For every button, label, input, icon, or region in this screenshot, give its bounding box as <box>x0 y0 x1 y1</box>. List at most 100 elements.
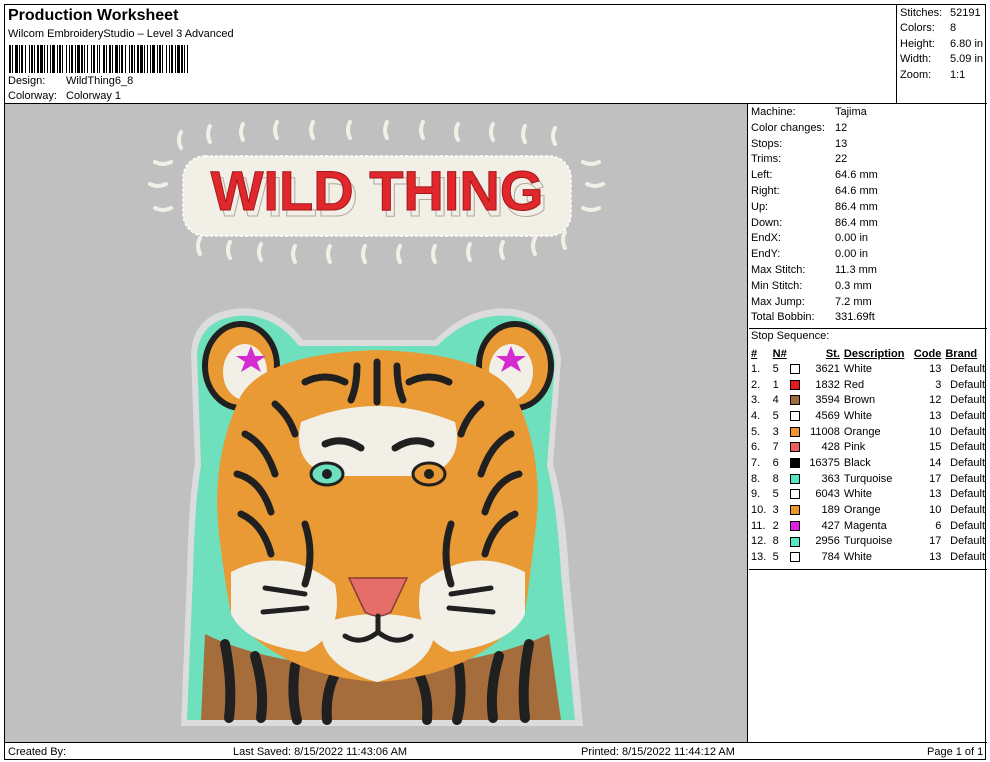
created-by: Created By: <box>8 746 67 758</box>
stop-needle: 4 <box>772 394 779 407</box>
col-swatch <box>790 346 804 361</box>
stop-code: 13 <box>929 362 942 375</box>
machine-stat-label: Max Stitch: <box>751 264 806 276</box>
stop-index: 10. <box>751 504 767 517</box>
stop-description: White <box>843 488 873 501</box>
machine-stat-label: EndY: <box>751 248 781 261</box>
stop-brand: Default <box>950 362 985 375</box>
color-swatch <box>790 505 801 516</box>
stop-index: 2. <box>751 378 761 391</box>
col-index: # <box>751 347 758 360</box>
stop-swatch <box>790 502 804 518</box>
color-swatch <box>790 426 801 437</box>
stop-brand: Default <box>950 441 985 454</box>
stop-stitches: 11008 <box>810 425 840 438</box>
machine-stat-value: 0.00 in <box>835 248 869 261</box>
stop-index: 6. <box>751 441 761 454</box>
stop-index: 1. <box>751 362 761 375</box>
stop-description: Orange <box>843 504 881 517</box>
stop-brand: Default <box>950 472 985 485</box>
color-swatch <box>790 473 801 484</box>
divider <box>749 328 987 329</box>
stop-stitches: 3621 <box>815 362 840 375</box>
stop-swatch <box>790 361 804 377</box>
machine-stat-row: Max Stitch: 11.3 mm <box>751 264 877 276</box>
stop-description: Brown <box>843 394 876 407</box>
machine-stat-row: Right: 64.6 mm <box>751 185 878 197</box>
stop-index: 9. <box>751 488 761 501</box>
stop-swatch <box>790 549 804 565</box>
stop-brand: Default <box>950 535 985 548</box>
stop-needle: 7 <box>772 441 779 454</box>
stop-code: 12 <box>929 394 942 407</box>
machine-stat-row: Color changes: 12 <box>751 122 847 134</box>
design-name-row: Design: WildThing6_8 <box>8 75 133 87</box>
machine-stat-value: 22 <box>835 153 848 166</box>
stop-index: 12. <box>751 535 767 548</box>
machine-stat-value: 331.69ft <box>835 311 875 324</box>
last-saved: Last Saved: 8/15/2022 11:43:06 AM <box>233 746 408 758</box>
stop-index: 5. <box>751 425 761 438</box>
stop-needle: 8 <box>772 472 779 485</box>
design-value: WildThing6_8 <box>66 75 134 87</box>
stop-needle: 6 <box>772 456 779 469</box>
table-row: 2. 1 1832 Red 3 Default <box>751 377 985 393</box>
machine-stat-label: Right: <box>751 185 780 197</box>
machine-stat-row: Machine: Tajima <box>751 106 867 118</box>
stop-description: Turquoise <box>843 535 893 548</box>
banner-text: WILD THING <box>211 159 544 222</box>
stop-sequence-table: # N# St. Description Code Brand 1. 5 3621 W… <box>751 346 985 565</box>
stop-needle: 1 <box>772 378 779 391</box>
color-swatch <box>790 520 801 531</box>
machine-stat-row: Left: 64.6 mm <box>751 169 878 181</box>
color-swatch <box>790 411 801 421</box>
width-row: Width: 5.09 in <box>900 53 983 65</box>
page-title: Production Worksheet <box>8 7 179 24</box>
stop-description: White <box>843 409 873 422</box>
machine-stat-label: Max Jump: <box>751 295 805 308</box>
machine-stat-value: 0.00 in <box>835 232 869 245</box>
stop-code: 15 <box>929 441 942 454</box>
divider <box>749 569 987 570</box>
col-needle: N# <box>772 347 787 360</box>
machine-stat-value: 86.4 mm <box>835 216 878 229</box>
stop-index: 3. <box>751 394 761 407</box>
stop-description: White <box>843 362 873 375</box>
stop-swatch <box>790 534 804 550</box>
stop-needle: 3 <box>772 504 779 517</box>
stop-sequence-label: Stop Sequence: <box>751 330 830 342</box>
color-swatch <box>790 363 801 374</box>
stop-description: Orange <box>843 425 881 438</box>
stop-code: 3 <box>935 378 942 391</box>
machine-stat-value: 11.3 mm <box>835 264 877 276</box>
tiger-patch <box>181 308 583 726</box>
stop-index: 8. <box>751 472 761 485</box>
table-row: 5. 3 11008 Orange 10 Default <box>751 424 985 440</box>
stop-code: 6 <box>935 519 942 532</box>
width-label: Width: <box>900 53 932 65</box>
height-value: 6.80 in <box>950 38 984 50</box>
machine-stat-label: Trims: <box>751 153 782 166</box>
machine-stat-value: 0.3 mm <box>835 279 872 292</box>
summary-panel: Stitches: 52191 Colors: 8 Height: 6.80 in W… <box>896 5 987 104</box>
stop-swatch <box>790 392 804 408</box>
machine-stat-row: Stops: 13 <box>751 138 847 150</box>
stop-code: 14 <box>929 456 942 469</box>
stop-swatch <box>790 487 804 503</box>
machine-stat-row: EndY: 0.00 in <box>751 248 868 260</box>
stop-description: Turquoise <box>843 472 893 485</box>
stop-index: 7. <box>751 456 761 469</box>
table-row: 10. 3 189 Orange 10 Default <box>751 502 985 518</box>
stop-swatch <box>790 439 804 455</box>
stitches-row: Stitches: 52191 <box>900 7 981 19</box>
machine-stat-value: 12 <box>835 121 848 134</box>
stop-stitches: 4569 <box>815 409 840 422</box>
stop-brand: Default <box>950 394 985 407</box>
stop-swatch <box>790 471 804 487</box>
stop-description: Magenta <box>843 519 887 532</box>
color-swatch <box>790 395 801 406</box>
stop-description: Red <box>843 378 865 391</box>
stop-brand: Default <box>950 409 985 422</box>
table-row: 11. 2 427 Magenta 6 Default <box>751 518 985 534</box>
colorway-value: Colorway 1 <box>66 90 122 102</box>
